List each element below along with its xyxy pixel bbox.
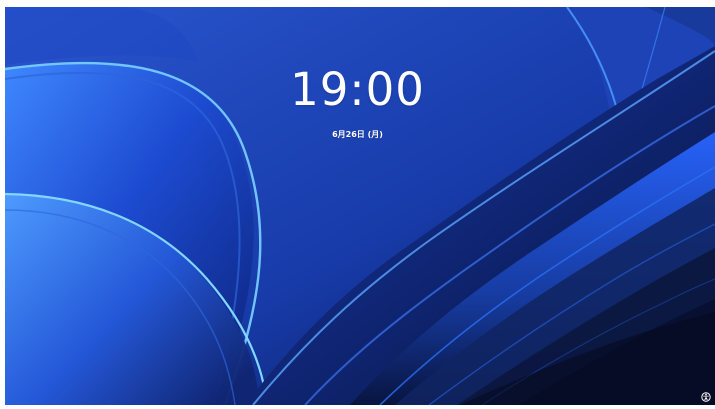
lock-screen-date: 6月26日 (月)	[332, 130, 383, 139]
lock-screen[interactable]: 19:00 6月26日 (月)	[0, 0, 715, 409]
lock-screen-time: 19:00	[290, 63, 425, 116]
accessibility-icon[interactable]	[701, 392, 711, 402]
